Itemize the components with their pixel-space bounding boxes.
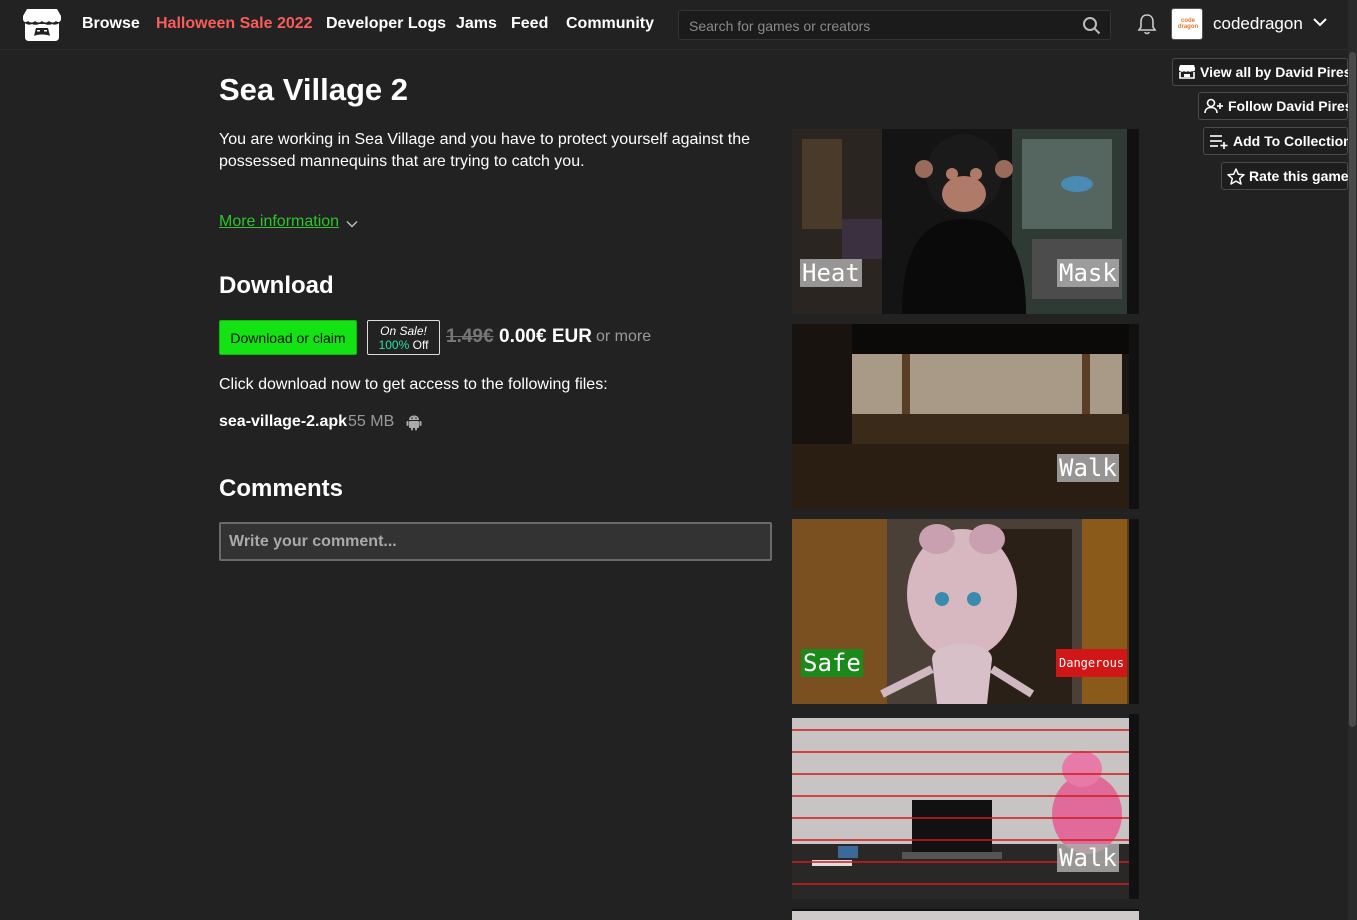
chevron-down-icon[interactable] (1312, 16, 1328, 28)
username[interactable]: codedragon (1213, 14, 1303, 34)
screenshot-5-image (792, 911, 1139, 920)
top-bar: Browse Halloween Sale 2022 Developer Log… (0, 0, 1357, 50)
follow-user-icon (1204, 98, 1223, 114)
search-placeholder: Search for games or creators (689, 18, 871, 34)
screenshot-4[interactable]: Walk (792, 714, 1139, 899)
search-input[interactable]: Search for games or creators (678, 10, 1111, 40)
screenshot-1[interactable]: Heat Mask (792, 129, 1139, 314)
or-more-label: or more (596, 328, 652, 345)
download-heading: Download (219, 272, 334, 299)
star-icon (1227, 167, 1245, 185)
download-or-claim-button[interactable]: Download or claim (219, 320, 357, 355)
android-icon (406, 415, 422, 431)
follow-label: Follow David Pires (1228, 98, 1353, 114)
sale-badge: On Sale! 100% Off (367, 320, 440, 355)
screenshot-tag-dangerous: Dangerous (1056, 649, 1128, 677)
user-avatar[interactable]: code dragon (1171, 8, 1203, 40)
screenshot-tag-heat: Heat (800, 259, 862, 287)
screenshot-3[interactable]: Safe Dangerous (792, 519, 1139, 704)
original-price: 1.49€ (446, 326, 494, 347)
comment-input[interactable]: Write your comment... (219, 522, 772, 561)
screenshot-5[interactable] (792, 909, 1139, 920)
avatar-text: code dragon (1177, 18, 1199, 30)
sale-badge-discount: 100% Off (368, 338, 439, 352)
comments-heading: Comments (219, 475, 344, 502)
screenshot-tag-mask: Mask (1057, 259, 1119, 287)
sale-badge-title: On Sale! (380, 324, 427, 338)
download-instructions: Click download now to get access to the … (219, 376, 608, 393)
screenshot-tag-safe: Safe (801, 649, 863, 677)
screenshot-2[interactable]: Walk (792, 324, 1139, 509)
nav-developer-logs[interactable]: Developer Logs (326, 15, 446, 33)
follow-author-button[interactable]: Follow David Pires (1198, 92, 1352, 120)
rate-game-button[interactable]: Rate this game (1221, 162, 1349, 190)
nav-halloween-sale[interactable]: Halloween Sale 2022 (156, 15, 313, 33)
itchio-logo-icon[interactable] (22, 7, 62, 43)
more-information-link[interactable]: More information (219, 213, 339, 231)
sale-percent: 100% (378, 338, 410, 352)
sale-price: 0.00€ EUR (499, 326, 592, 347)
add-collection-label: Add To Collection (1233, 133, 1352, 149)
nav-jams[interactable]: Jams (456, 15, 497, 33)
sale-off: Off (412, 338, 429, 352)
game-title: Sea Village 2 (219, 72, 408, 107)
view-all-label: View all by David Pires (1200, 64, 1352, 80)
scrollbar-thumb[interactable] (1349, 52, 1356, 727)
chevron-down-icon[interactable] (346, 220, 358, 228)
nav-browse[interactable]: Browse (82, 15, 140, 33)
file-name: sea-village-2.apk (219, 413, 348, 430)
comment-placeholder: Write your comment... (229, 533, 397, 550)
search-icon[interactable] (1082, 16, 1101, 35)
nav-community[interactable]: Community (566, 15, 654, 33)
view-all-by-author-button[interactable]: View all by David Pires (1172, 58, 1352, 86)
rate-label: Rate this game (1249, 168, 1349, 184)
add-to-collection-button[interactable]: Add To Collection (1203, 127, 1352, 155)
notifications-bell-icon[interactable] (1136, 12, 1158, 36)
screenshot-tag-walk: Walk (1057, 454, 1119, 482)
add-to-list-icon (1210, 135, 1228, 149)
nav-feed[interactable]: Feed (511, 15, 548, 33)
screenshot-tag-walk: Walk (1057, 844, 1119, 872)
store-icon (1179, 65, 1195, 79)
file-size: 55 MB (348, 413, 395, 430)
game-description: You are working in Sea Village and you h… (219, 131, 751, 170)
